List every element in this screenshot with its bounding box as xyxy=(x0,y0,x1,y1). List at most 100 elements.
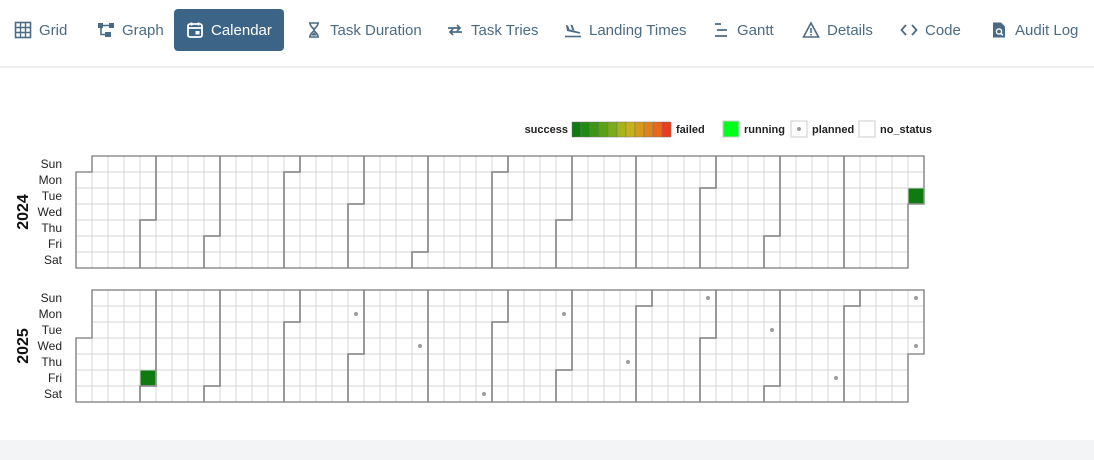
calendar-day-cell[interactable] xyxy=(651,369,669,387)
calendar-day-cell[interactable] xyxy=(859,369,877,387)
calendar-day-cell[interactable] xyxy=(795,321,813,339)
calendar-day-cell[interactable] xyxy=(219,155,237,173)
calendar-day-cell[interactable] xyxy=(283,289,301,307)
calendar-day-cell[interactable] xyxy=(523,369,541,387)
calendar-day-cell[interactable] xyxy=(251,369,269,387)
calendar-day-cell[interactable] xyxy=(507,203,525,221)
calendar-day-cell[interactable] xyxy=(635,251,653,269)
calendar-day-cell[interactable] xyxy=(491,385,509,403)
calendar-day-cell[interactable] xyxy=(379,171,397,189)
calendar-day-cell[interactable] xyxy=(667,289,685,307)
calendar-day-cell[interactable] xyxy=(811,353,829,371)
calendar-day-cell[interactable] xyxy=(603,203,621,221)
calendar-day-cell[interactable] xyxy=(411,369,429,387)
calendar-day-cell[interactable] xyxy=(459,219,477,237)
calendar-day-cell[interactable] xyxy=(827,289,845,307)
calendar-day-cell[interactable] xyxy=(107,155,125,173)
calendar-day-cell[interactable] xyxy=(715,321,733,339)
calendar-day-cell[interactable] xyxy=(683,289,701,307)
calendar-day-cell[interactable] xyxy=(107,385,125,403)
calendar-day-cell[interactable] xyxy=(379,251,397,269)
calendar-day-cell[interactable] xyxy=(171,353,189,371)
calendar-day-cell[interactable] xyxy=(267,187,285,205)
calendar-day-cell[interactable] xyxy=(139,353,157,371)
calendar-day-cell[interactable] xyxy=(571,203,589,221)
calendar-day-cell[interactable] xyxy=(331,337,349,355)
calendar-day-cell[interactable] xyxy=(555,171,573,189)
calendar-day-cell[interactable] xyxy=(427,337,445,355)
calendar-day-cell[interactable] xyxy=(91,203,109,221)
calendar-day-cell[interactable] xyxy=(843,321,861,339)
calendar-day-cell[interactable] xyxy=(219,321,237,339)
calendar-day-cell[interactable] xyxy=(603,235,621,253)
calendar-day-cell[interactable] xyxy=(315,187,333,205)
calendar-day-cell[interactable] xyxy=(203,219,221,237)
calendar-day-cell[interactable] xyxy=(91,353,109,371)
calendar-day-cell[interactable] xyxy=(315,155,333,173)
calendar-day-cell[interactable] xyxy=(779,337,797,355)
calendar-day-cell[interactable] xyxy=(219,305,237,323)
calendar-day-cell[interactable] xyxy=(683,155,701,173)
calendar-day-cell[interactable] xyxy=(251,289,269,307)
calendar-day-cell[interactable] xyxy=(379,219,397,237)
calendar-day-cell[interactable] xyxy=(507,155,525,173)
calendar-day-cell[interactable] xyxy=(555,235,573,253)
calendar-day-cell[interactable] xyxy=(491,155,509,173)
calendar-day-cell[interactable] xyxy=(91,251,109,269)
calendar-day-cell[interactable] xyxy=(139,155,157,173)
calendar-day-cell[interactable] xyxy=(859,305,877,323)
calendar-day-cell[interactable] xyxy=(331,251,349,269)
calendar-day-cell[interactable] xyxy=(507,369,525,387)
calendar-day-cell[interactable] xyxy=(395,337,413,355)
calendar-day-cell[interactable] xyxy=(555,289,573,307)
calendar-day-cell[interactable] xyxy=(283,219,301,237)
calendar-day-cell[interactable] xyxy=(395,171,413,189)
calendar-day-cell[interactable] xyxy=(123,289,141,307)
calendar-day-cell[interactable] xyxy=(315,219,333,237)
calendar-day-cell[interactable] xyxy=(363,385,381,403)
calendar-day-cell[interactable] xyxy=(523,305,541,323)
calendar-day-cell[interactable] xyxy=(843,187,861,205)
calendar-day-cell[interactable] xyxy=(315,369,333,387)
calendar-day-cell[interactable] xyxy=(283,385,301,403)
calendar-day-cell[interactable] xyxy=(827,251,845,269)
calendar-day-cell[interactable] xyxy=(347,155,365,173)
calendar-day-cell[interactable] xyxy=(635,203,653,221)
calendar-day-cell[interactable] xyxy=(427,235,445,253)
calendar-day-cell[interactable] xyxy=(267,305,285,323)
calendar-day-cell[interactable] xyxy=(251,337,269,355)
calendar-day-cell[interactable] xyxy=(795,353,813,371)
calendar-day-cell[interactable] xyxy=(571,219,589,237)
calendar-day-cell[interactable] xyxy=(875,155,893,173)
calendar-day-cell[interactable] xyxy=(843,235,861,253)
calendar-day-cell[interactable] xyxy=(603,353,621,371)
calendar-day-cell[interactable] xyxy=(123,235,141,253)
calendar-day-cell[interactable] xyxy=(283,203,301,221)
tab-landing-times[interactable]: Landing Times xyxy=(552,9,696,51)
calendar-day-cell[interactable] xyxy=(667,203,685,221)
calendar-day-cell[interactable] xyxy=(107,203,125,221)
calendar-day-cell[interactable] xyxy=(251,321,269,339)
calendar-day-cell[interactable] xyxy=(187,251,205,269)
calendar-day-cell[interactable] xyxy=(347,203,365,221)
calendar-day-cell[interactable] xyxy=(747,235,765,253)
calendar-day-cell[interactable] xyxy=(219,187,237,205)
calendar-day-cell[interactable] xyxy=(891,369,909,387)
calendar-day-cell[interactable] xyxy=(379,187,397,205)
calendar-day-cell[interactable] xyxy=(315,171,333,189)
calendar-day-cell[interactable] xyxy=(459,305,477,323)
calendar-day-cell[interactable] xyxy=(155,337,173,355)
calendar-day-cell[interactable] xyxy=(171,171,189,189)
calendar-day-cell[interactable] xyxy=(891,203,909,221)
calendar-day-cell[interactable] xyxy=(411,235,429,253)
calendar-day-cell[interactable] xyxy=(795,171,813,189)
calendar-day-cell[interactable] xyxy=(155,321,173,339)
calendar-day-cell[interactable] xyxy=(859,171,877,189)
calendar-day-cell[interactable] xyxy=(859,251,877,269)
calendar-day-cell[interactable] xyxy=(203,203,221,221)
calendar-day-cell[interactable] xyxy=(139,305,157,323)
calendar-day-cell[interactable] xyxy=(491,305,509,323)
calendar-day-cell[interactable] xyxy=(667,337,685,355)
calendar-day-cell[interactable] xyxy=(139,385,157,403)
calendar-day-cell[interactable] xyxy=(139,235,157,253)
